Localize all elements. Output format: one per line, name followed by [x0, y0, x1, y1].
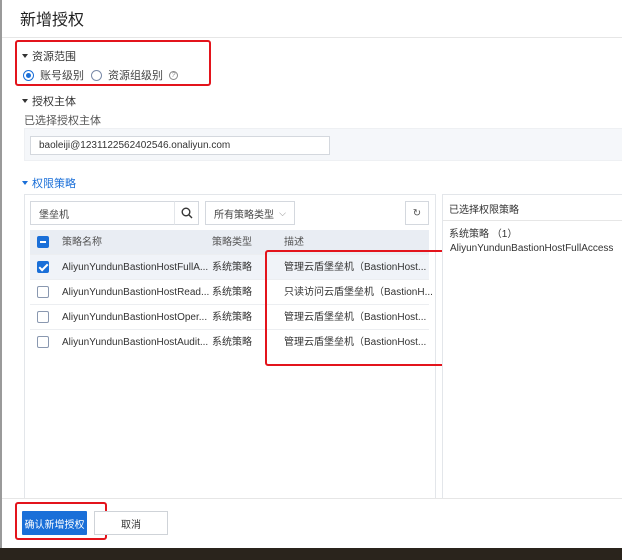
divider — [2, 498, 622, 499]
policy-name: AliyunYundunBastionHostRead... — [62, 287, 210, 298]
selected-group-label: 系统策略 （1） — [449, 229, 518, 240]
row-checkbox[interactable] — [37, 336, 49, 348]
radio-label: 账号级别 — [40, 70, 84, 82]
confirm-button[interactable]: 确认新增授权 — [22, 511, 87, 535]
policy-type: 系统策略 — [212, 337, 252, 348]
search-button[interactable] — [174, 201, 199, 225]
policy-search-input[interactable]: 堡垒机 — [30, 201, 175, 225]
radio-icon — [91, 69, 102, 81]
chevron-down-icon: ⌵ — [279, 207, 286, 218]
policy-name: AliyunYundunBastionHostFullA... — [62, 262, 209, 273]
policy-type: 系统策略 — [212, 312, 252, 323]
row-checkbox[interactable] — [37, 311, 49, 323]
select-all-checkbox[interactable] — [37, 236, 49, 248]
selected-panel-title: 已选择权限策略 — [449, 205, 519, 216]
caret-down-icon — [22, 54, 28, 58]
principal-sublabel: 已选择授权主体 — [24, 115, 101, 127]
column-header: 策略类型 — [212, 237, 252, 248]
radio-resource-group-level[interactable]: 资源组级别? — [91, 67, 178, 83]
section-policy[interactable]: 权限策略 — [22, 175, 76, 191]
section-scope[interactable]: 资源范围 — [22, 48, 76, 64]
page-title: 新增授权 — [20, 12, 85, 29]
search-icon — [181, 207, 192, 219]
radio-account-level[interactable]: 账号级别 — [23, 67, 84, 83]
section-label: 资源范围 — [32, 51, 76, 63]
column-header: 策略名称 — [62, 237, 102, 248]
caret-down-icon — [22, 181, 28, 185]
policy-name: AliyunYundunBastionHostAudit... — [62, 337, 209, 348]
policy-type: 系统策略 — [212, 287, 252, 298]
authorization-dialog: 新增授权 资源范围 账号级别 资源组级别? 授权主体 已选择授权主体 baole… — [0, 0, 622, 548]
cancel-button[interactable]: 取消 — [94, 511, 168, 535]
row-checkbox[interactable] — [37, 261, 49, 273]
radio-icon — [23, 69, 34, 81]
policy-type: 系统策略 — [212, 262, 252, 273]
radio-label: 资源组级别 — [108, 70, 163, 82]
caret-down-icon — [22, 99, 28, 103]
policy-type-select[interactable]: 所有策略类型 ⌵ — [205, 201, 295, 225]
highlight-box — [265, 250, 446, 366]
section-label: 授权主体 — [32, 96, 76, 108]
selected-policy-item[interactable]: AliyunYundunBastionHostFullAccess — [450, 243, 613, 254]
divider — [443, 220, 622, 221]
refresh-icon: ↻ — [412, 207, 422, 219]
refresh-button[interactable]: ↻ — [405, 201, 429, 225]
policy-name: AliyunYundunBastionHostOper... — [62, 312, 208, 323]
row-checkbox[interactable] — [37, 286, 49, 298]
principal-input[interactable]: baoleiji@1231122562402546.onaliyun.com — [30, 136, 330, 155]
help-icon[interactable]: ? — [169, 70, 178, 80]
divider — [2, 37, 622, 38]
section-label: 权限策略 — [32, 178, 76, 190]
select-value: 所有策略类型 — [214, 209, 274, 221]
section-principal[interactable]: 授权主体 — [22, 93, 76, 109]
